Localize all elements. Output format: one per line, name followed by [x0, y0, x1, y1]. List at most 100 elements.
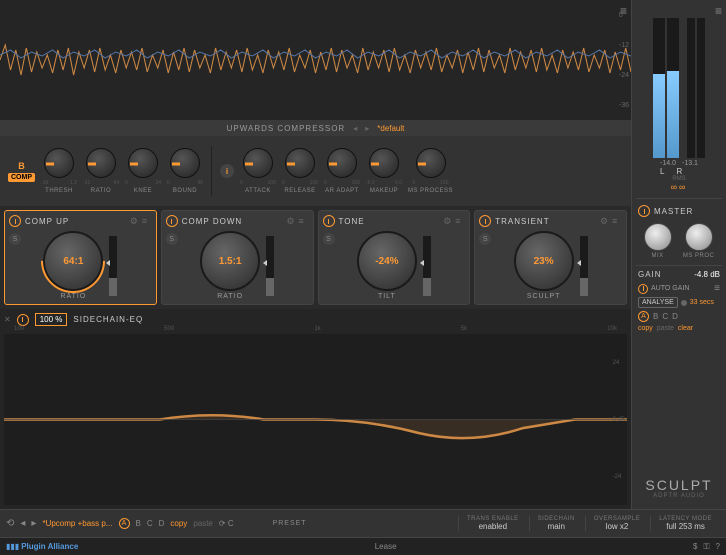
- ms-process-knob-group: 0100 MS PROCESS: [408, 148, 453, 194]
- knee-knob[interactable]: [128, 148, 158, 178]
- preset-prev-icon[interactable]: ◂: [353, 124, 357, 133]
- comp-down-knob[interactable]: 1.5:1: [200, 231, 260, 291]
- preset-slot-c[interactable]: C: [147, 519, 153, 528]
- attack-knob[interactable]: [243, 148, 273, 178]
- release-knob[interactable]: [285, 148, 315, 178]
- clear-button[interactable]: clear: [678, 325, 693, 332]
- ms-process-knob[interactable]: [416, 148, 446, 178]
- latency-value[interactable]: full 253 ms: [666, 522, 705, 531]
- bound-knob[interactable]: [170, 148, 200, 178]
- settings-icon[interactable]: ⚙: [443, 216, 453, 226]
- menu-icon[interactable]: ≡: [142, 216, 152, 226]
- menu-icon[interactable]: ≡: [299, 216, 309, 226]
- tone-power[interactable]: [323, 215, 335, 227]
- info-button[interactable]: i: [220, 164, 234, 178]
- badge-b[interactable]: B: [18, 161, 25, 171]
- settings-icon[interactable]: ⚙: [287, 216, 297, 226]
- slot-c[interactable]: C: [662, 312, 668, 321]
- gain-menu-icon[interactable]: ≡: [714, 283, 720, 294]
- slot-d[interactable]: D: [672, 312, 678, 321]
- sc-graph[interactable]: 24 0 dB -24: [4, 334, 627, 505]
- release-knob-group: 0100 RELEASE: [282, 148, 318, 194]
- undo-icon[interactable]: ⟲: [6, 518, 14, 529]
- waveform-display[interactable]: ≡ 0 -12 -24 -36: [0, 0, 631, 120]
- preset-reset-icon[interactable]: ⟳ C: [219, 519, 234, 528]
- compressor-preset[interactable]: *default: [377, 124, 404, 133]
- sc-power[interactable]: [17, 314, 29, 326]
- right-panel: ≡ -14.0-13.1 LR RMS ∞∞: [631, 0, 726, 509]
- comp-down-meter: [266, 236, 274, 296]
- dollar-icon[interactable]: $: [693, 542, 697, 552]
- solo-button[interactable]: S: [166, 233, 178, 245]
- makeup-knob-group: -6.06.0 MAKEUP: [366, 148, 402, 194]
- thresh-knob-group: .small-knob::after{transform:translateX(…: [41, 148, 77, 194]
- mix-knob[interactable]: [644, 223, 672, 251]
- meters-menu-icon[interactable]: ≡: [715, 4, 722, 18]
- sidechain-value[interactable]: main: [548, 522, 565, 531]
- settings-icon[interactable]: ⚙: [130, 216, 140, 226]
- scale-tick: -36: [619, 102, 629, 109]
- preset-name[interactable]: *Upcomp +bass p...: [42, 519, 112, 528]
- solo-button[interactable]: S: [9, 233, 21, 245]
- slot-a[interactable]: A: [638, 311, 649, 322]
- preset-slot-b[interactable]: B: [136, 519, 141, 528]
- gain-value[interactable]: -4.8 dB: [694, 270, 720, 279]
- knob-label: KNEE: [134, 188, 152, 194]
- auto-gain-label: AUTO GAIN: [651, 285, 689, 292]
- analyse-button[interactable]: ANALYSE: [638, 297, 678, 308]
- sc-percent[interactable]: 100 %: [35, 313, 68, 326]
- slot-b[interactable]: B: [653, 312, 658, 321]
- auto-gain-power[interactable]: [638, 284, 648, 294]
- record-dot-icon[interactable]: [681, 300, 687, 306]
- transient-power[interactable]: [479, 215, 491, 227]
- scale-tick: -12: [619, 42, 629, 49]
- comp-tag[interactable]: COMP: [8, 173, 35, 182]
- master-power[interactable]: [638, 205, 650, 217]
- main-area: ≡ 0 -12 -24 -36 UPWARDS COMPRESSOR ◂ ▸ *…: [0, 0, 726, 509]
- menu-icon[interactable]: ≡: [455, 216, 465, 226]
- preset-slot-a[interactable]: A: [119, 518, 130, 529]
- compressor-title: UPWARDS COMPRESSOR: [227, 124, 346, 133]
- makeup-knob[interactable]: [369, 148, 399, 178]
- preset-slot-d[interactable]: D: [159, 519, 165, 528]
- preset-paste[interactable]: paste: [193, 519, 213, 528]
- comp-down-power[interactable]: [166, 215, 178, 227]
- thresh-knob[interactable]: .small-knob::after{transform:translateX(…: [44, 148, 74, 178]
- master-title: MASTER: [654, 207, 693, 216]
- solo-button[interactable]: S: [323, 233, 335, 245]
- trans-enable-value[interactable]: enabled: [479, 522, 507, 531]
- preset-prev[interactable]: ◂: [20, 518, 25, 529]
- module-title: TONE: [339, 217, 365, 226]
- knob-label: MIX: [652, 253, 664, 259]
- knob-label: MAKEUP: [370, 188, 398, 194]
- plugin-alliance-logo[interactable]: Plugin Alliance: [21, 542, 78, 551]
- key-icon[interactable]: ⚿: [703, 542, 709, 552]
- menu-icon[interactable]: ≡: [612, 216, 622, 226]
- sc-close-icon[interactable]: ✕: [4, 315, 11, 324]
- preset-next[interactable]: ▸: [31, 518, 36, 529]
- module-title: COMP UP: [25, 217, 69, 226]
- knob-label: RATIO: [60, 293, 86, 300]
- knob-label: RATIO: [217, 293, 243, 300]
- knob-label: BOUND: [173, 188, 197, 194]
- tone-knob[interactable]: -24%: [357, 231, 417, 291]
- waveform-scale: 0 -12 -24 -36: [619, 0, 629, 120]
- paste-button[interactable]: paste: [657, 325, 674, 332]
- ar-adapt-knob[interactable]: [327, 148, 357, 178]
- copy-button[interactable]: copy: [638, 325, 653, 332]
- help-icon[interactable]: ?: [716, 542, 720, 552]
- comp-up-knob[interactable]: 64:1: [43, 231, 103, 291]
- tone-meter: [423, 236, 431, 296]
- transient-knob[interactable]: 23%: [514, 231, 574, 291]
- meter-aux-1: [687, 18, 695, 158]
- preset-copy[interactable]: copy: [170, 519, 187, 528]
- ratio-knob[interactable]: [86, 148, 116, 178]
- oversample-value[interactable]: low x2: [606, 522, 629, 531]
- ms-proc-knob[interactable]: [685, 223, 713, 251]
- settings-icon[interactable]: ⚙: [600, 216, 610, 226]
- knob-label: TILT: [378, 293, 396, 300]
- preset-next-icon[interactable]: ▸: [365, 124, 369, 133]
- attack-knob-group: 0100 ATTACK: [240, 148, 276, 194]
- trans-enable-section: TRANS ENABLE enabled: [458, 516, 527, 531]
- comp-up-power[interactable]: [9, 215, 21, 227]
